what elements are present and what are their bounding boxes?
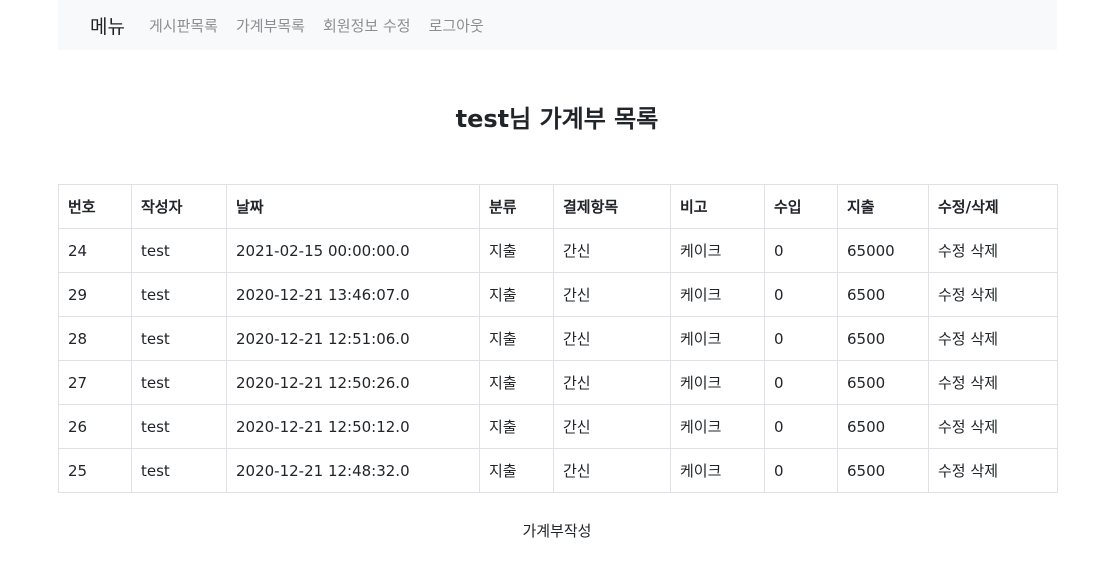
cell-number: 26: [58, 404, 132, 449]
cell-date: 2021-02-15 00:00:00.0: [226, 228, 480, 273]
cell-actions: 수정 삭제: [928, 272, 1058, 317]
cell-writer: test: [131, 272, 227, 317]
delete-link[interactable]: 삭제: [970, 462, 998, 480]
cell-memo: 케이크: [670, 404, 765, 449]
cell-payment-item: 간신: [553, 228, 671, 273]
header-writer: 작성자: [131, 184, 227, 229]
cell-income: 0: [764, 272, 838, 317]
cell-expense: 6500: [837, 404, 929, 449]
table-row: 28 test 2020-12-21 12:51:06.0 지출 간신 케이크 …: [58, 316, 1058, 361]
nav-link-edit-member-info[interactable]: 회원정보 수정: [323, 15, 411, 36]
table-row: 24 test 2021-02-15 00:00:00.0 지출 간신 케이크 …: [58, 228, 1058, 273]
navbar-brand-menu[interactable]: 메뉴: [90, 12, 125, 39]
nav-link-board-list[interactable]: 게시판목록: [149, 15, 218, 36]
cell-category: 지출: [479, 316, 554, 361]
cell-writer: test: [131, 316, 227, 361]
delete-link[interactable]: 삭제: [970, 242, 998, 260]
header-date: 날짜: [226, 184, 480, 229]
cell-number: 25: [58, 448, 132, 493]
edit-link[interactable]: 수정: [938, 374, 966, 392]
cell-number: 24: [58, 228, 132, 273]
page-title: test님 가계부 목록: [455, 105, 659, 133]
cell-date: 2020-12-21 12:50:12.0: [226, 404, 480, 449]
header-memo: 비고: [670, 184, 765, 229]
cell-number: 28: [58, 316, 132, 361]
header-edit-delete: 수정/삭제: [928, 184, 1058, 229]
cell-income: 0: [764, 228, 838, 273]
table-row: 29 test 2020-12-21 13:46:07.0 지출 간신 케이크 …: [58, 272, 1058, 317]
delete-link[interactable]: 삭제: [970, 330, 998, 348]
cell-category: 지출: [479, 272, 554, 317]
nav-link-ledger-list[interactable]: 가계부목록: [236, 15, 305, 36]
cell-payment-item: 간신: [553, 360, 671, 405]
header-category: 분류: [479, 184, 554, 229]
cell-income: 0: [764, 316, 838, 361]
cell-number: 29: [58, 272, 132, 317]
cell-category: 지출: [479, 360, 554, 405]
edit-link[interactable]: 수정: [938, 462, 966, 480]
cell-date: 2020-12-21 12:50:26.0: [226, 360, 480, 405]
table-header-row: 번호 작성자 날짜 분류 결제항목 비고 수입 지출 수정/삭제: [58, 184, 1058, 229]
cell-category: 지출: [479, 404, 554, 449]
cell-writer: test: [131, 360, 227, 405]
cell-memo: 케이크: [670, 316, 765, 361]
table-row: 25 test 2020-12-21 12:48:32.0 지출 간신 케이크 …: [58, 448, 1058, 493]
header-number: 번호: [58, 184, 132, 229]
cell-expense: 6500: [837, 360, 929, 405]
cell-expense: 6500: [837, 272, 929, 317]
top-navbar: 메뉴 게시판목록 가계부목록 회원정보 수정 로그아웃: [58, 0, 1057, 50]
delete-link[interactable]: 삭제: [970, 418, 998, 436]
cell-writer: test: [131, 448, 227, 493]
cell-memo: 케이크: [670, 272, 765, 317]
cell-expense: 6500: [837, 316, 929, 361]
header-expense: 지출: [837, 184, 929, 229]
cell-payment-item: 간신: [553, 272, 671, 317]
cell-payment-item: 간신: [553, 404, 671, 449]
cell-date: 2020-12-21 12:51:06.0: [226, 316, 480, 361]
cell-category: 지출: [479, 228, 554, 273]
cell-actions: 수정 삭제: [928, 448, 1058, 493]
write-ledger-link[interactable]: 가계부작성: [0, 520, 1103, 541]
cell-actions: 수정 삭제: [928, 316, 1058, 361]
table-row: 26 test 2020-12-21 12:50:12.0 지출 간신 케이크 …: [58, 404, 1058, 449]
cell-memo: 케이크: [670, 228, 765, 273]
cell-payment-item: 간신: [553, 448, 671, 493]
header-payment-item: 결제항목: [553, 184, 671, 229]
cell-income: 0: [764, 360, 838, 405]
edit-link[interactable]: 수정: [938, 242, 966, 260]
edit-link[interactable]: 수정: [938, 286, 966, 304]
table-row: 27 test 2020-12-21 12:50:26.0 지출 간신 케이크 …: [58, 360, 1058, 405]
delete-link[interactable]: 삭제: [970, 374, 998, 392]
cell-date: 2020-12-21 13:46:07.0: [226, 272, 480, 317]
cell-actions: 수정 삭제: [928, 404, 1058, 449]
cell-date: 2020-12-21 12:48:32.0: [226, 448, 480, 493]
cell-category: 지출: [479, 448, 554, 493]
cell-expense: 6500: [837, 448, 929, 493]
cell-writer: test: [131, 228, 227, 273]
delete-link[interactable]: 삭제: [970, 286, 998, 304]
ledger-table: 번호 작성자 날짜 분류 결제항목 비고 수입 지출 수정/삭제 24 test…: [58, 184, 1058, 493]
cell-expense: 65000: [837, 228, 929, 273]
cell-income: 0: [764, 404, 838, 449]
cell-actions: 수정 삭제: [928, 360, 1058, 405]
cell-memo: 케이크: [670, 448, 765, 493]
edit-link[interactable]: 수정: [938, 330, 966, 348]
edit-link[interactable]: 수정: [938, 418, 966, 436]
cell-memo: 케이크: [670, 360, 765, 405]
nav-link-logout[interactable]: 로그아웃: [429, 15, 484, 36]
cell-number: 27: [58, 360, 132, 405]
cell-actions: 수정 삭제: [928, 228, 1058, 273]
cell-writer: test: [131, 404, 227, 449]
header-income: 수입: [764, 184, 838, 229]
cell-income: 0: [764, 448, 838, 493]
cell-payment-item: 간신: [553, 316, 671, 361]
